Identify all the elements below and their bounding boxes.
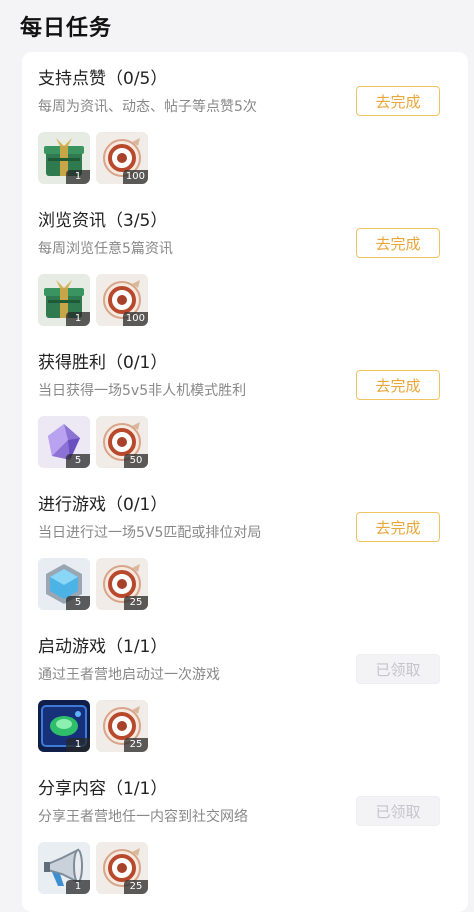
task-description: 当日进行过一场5V5匹配或排位对局 [38, 525, 262, 541]
purple-crystal-icon: 5 [38, 416, 90, 468]
target-icon: 25 [96, 842, 148, 894]
task-title: 浏览资讯（3/5） [38, 211, 168, 231]
target-icon: 100 [96, 274, 148, 326]
reward-count: 25 [124, 596, 148, 610]
daily-task-list: 支持点赞（0/5） 每周为资讯、动态、帖子等点赞5次 去完成 1 100 浏览资… [22, 52, 468, 912]
task-item-browse: 浏览资讯（3/5） 每周浏览任意5篇资讯 去完成 1 100 [38, 194, 458, 334]
claimed-button: 已领取 [356, 796, 440, 826]
reward-count: 1 [66, 312, 90, 326]
go-complete-button[interactable]: 去完成 [356, 86, 440, 116]
reward-count: 50 [124, 454, 148, 468]
task-description: 每周为资讯、动态、帖子等点赞5次 [38, 99, 257, 115]
claimed-button: 已领取 [356, 654, 440, 684]
reward-count: 1 [66, 170, 90, 184]
task-description: 当日获得一场5v5非人机模式胜利 [38, 383, 247, 399]
target-icon: 25 [96, 700, 148, 752]
task-item-win: 获得胜利（0/1） 当日获得一场5v5非人机模式胜利 去完成 5 50 [38, 336, 458, 476]
megaphone-icon: 1 [38, 842, 90, 894]
task-item-play: 进行游戏（0/1） 当日进行过一场5V5匹配或排位对局 去完成 5 25 [38, 478, 458, 618]
reward-list: 1 25 [38, 842, 148, 894]
reward-list: 1 100 [38, 132, 148, 184]
task-title: 进行游戏（0/1） [38, 495, 168, 515]
reward-list: 1 100 [38, 274, 148, 326]
task-title: 获得胜利（0/1） [38, 353, 168, 373]
task-description: 分享王者营地任一内容到社交网络 [38, 809, 248, 825]
reward-list: 5 25 [38, 558, 148, 610]
task-item-launch: 启动游戏（1/1） 通过王者营地启动过一次游戏 已领取 1 25 [38, 620, 458, 760]
green-card-icon: 1 [38, 700, 90, 752]
task-description: 每周浏览任意5篇资讯 [38, 241, 173, 257]
target-icon: 100 [96, 132, 148, 184]
page-title: 每日任务 [20, 16, 113, 41]
go-complete-button[interactable]: 去完成 [356, 228, 440, 258]
task-item-like: 支持点赞（0/5） 每周为资讯、动态、帖子等点赞5次 去完成 1 100 [38, 52, 458, 192]
go-complete-button[interactable]: 去完成 [356, 512, 440, 542]
reward-count: 100 [122, 170, 148, 184]
reward-count: 25 [124, 880, 148, 894]
task-title: 启动游戏（1/1） [38, 637, 168, 657]
reward-count: 5 [66, 596, 90, 610]
reward-count: 1 [66, 738, 90, 752]
task-description: 通过王者营地启动过一次游戏 [38, 667, 220, 683]
reward-count: 5 [66, 454, 90, 468]
green-chest-icon: 1 [38, 132, 90, 184]
task-item-share: 分享内容（1/1） 分享王者营地任一内容到社交网络 已领取 1 25 [38, 762, 458, 902]
go-complete-button[interactable]: 去完成 [356, 370, 440, 400]
target-icon: 50 [96, 416, 148, 468]
blue-hexagon-gem-icon: 5 [38, 558, 90, 610]
reward-list: 5 50 [38, 416, 148, 468]
task-title: 支持点赞（0/5） [38, 69, 168, 89]
reward-count: 1 [66, 880, 90, 894]
reward-count: 100 [122, 312, 148, 326]
reward-list: 1 25 [38, 700, 148, 752]
reward-count: 25 [124, 738, 148, 752]
task-title: 分享内容（1/1） [38, 779, 168, 799]
target-icon: 25 [96, 558, 148, 610]
green-chest-icon: 1 [38, 274, 90, 326]
